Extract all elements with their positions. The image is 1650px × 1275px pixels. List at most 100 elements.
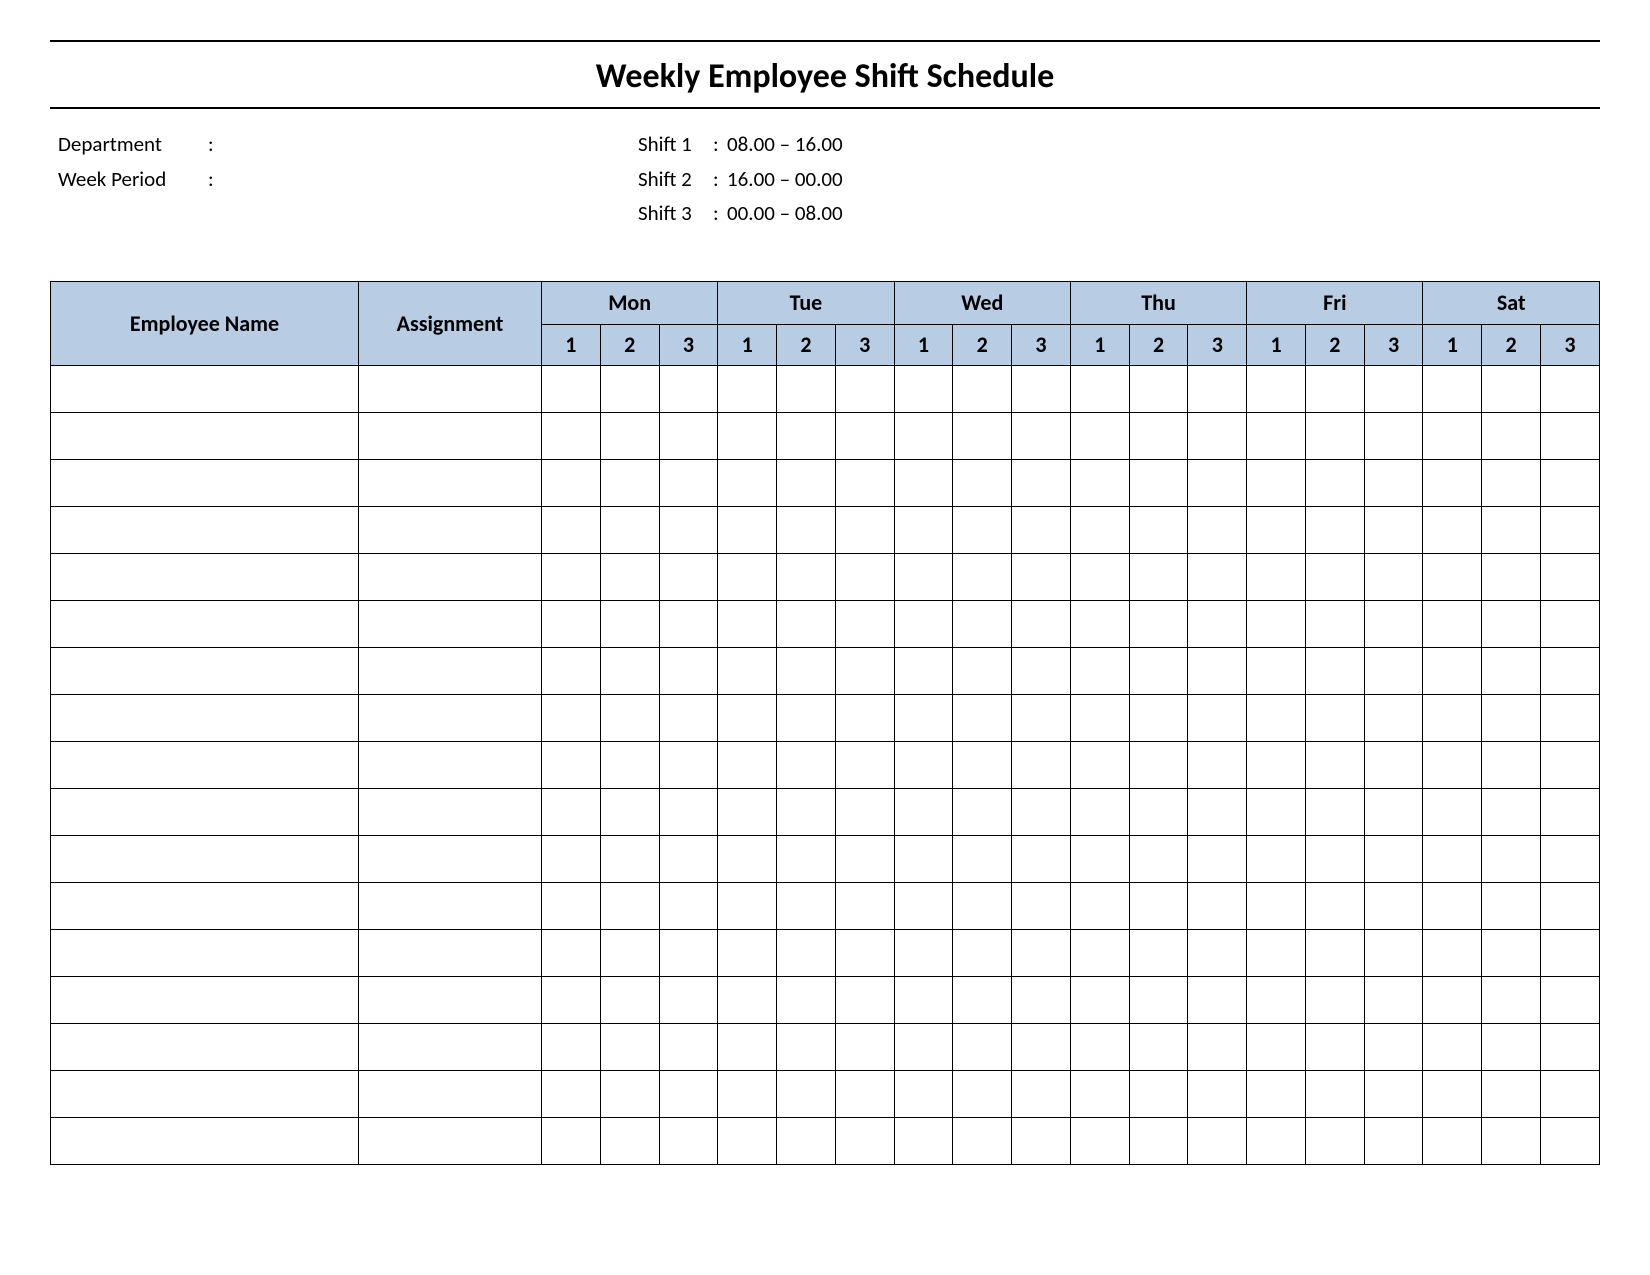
cell-shift	[1482, 600, 1541, 647]
cell-shift	[1070, 1070, 1129, 1117]
cell-shift	[1423, 788, 1482, 835]
header-day: Tue	[718, 281, 894, 324]
cell-shift	[718, 365, 777, 412]
cell-shift	[835, 835, 894, 882]
cell-shift	[659, 647, 718, 694]
table-row	[51, 412, 1600, 459]
cell-employee-name	[51, 459, 359, 506]
cell-shift	[1012, 882, 1071, 929]
table-row	[51, 694, 1600, 741]
cell-shift	[1012, 1117, 1071, 1164]
cell-shift	[1482, 506, 1541, 553]
cell-shift	[777, 1023, 836, 1070]
week-period-label: Week Period	[58, 162, 208, 197]
cell-shift	[1129, 788, 1188, 835]
cell-shift	[600, 1117, 659, 1164]
cell-shift	[600, 459, 659, 506]
cell-shift	[894, 976, 953, 1023]
cell-shift	[659, 459, 718, 506]
cell-shift	[953, 882, 1012, 929]
cell-shift	[600, 1023, 659, 1070]
cell-shift	[600, 694, 659, 741]
cell-shift	[1305, 1070, 1364, 1117]
cell-shift	[1541, 647, 1600, 694]
cell-employee-name	[51, 835, 359, 882]
cell-shift	[1541, 835, 1600, 882]
cell-shift	[718, 600, 777, 647]
cell-shift	[1305, 882, 1364, 929]
cell-assignment	[359, 694, 542, 741]
cell-shift	[835, 506, 894, 553]
cell-shift	[1541, 741, 1600, 788]
cell-shift	[1070, 976, 1129, 1023]
colon: :	[713, 162, 727, 197]
cell-shift	[1012, 459, 1071, 506]
cell-shift	[718, 976, 777, 1023]
cell-shift	[1188, 553, 1247, 600]
cell-shift	[1247, 1117, 1306, 1164]
cell-shift	[1012, 365, 1071, 412]
cell-shift	[1012, 694, 1071, 741]
cell-assignment	[359, 741, 542, 788]
cell-shift	[659, 1070, 718, 1117]
cell-shift	[542, 694, 601, 741]
cell-shift	[542, 929, 601, 976]
table-row	[51, 929, 1600, 976]
cell-shift	[1188, 1117, 1247, 1164]
cell-shift	[1129, 882, 1188, 929]
cell-shift	[1247, 1070, 1306, 1117]
cell-shift	[600, 600, 659, 647]
cell-shift	[1305, 459, 1364, 506]
shift3-value: 00.00 – 08.00	[727, 196, 843, 231]
cell-shift	[659, 788, 718, 835]
cell-shift	[894, 412, 953, 459]
cell-shift	[718, 1117, 777, 1164]
rule-bottom	[50, 107, 1600, 109]
shift1-value: 08.00 – 16.00	[727, 127, 843, 162]
cell-assignment	[359, 1117, 542, 1164]
cell-shift	[894, 694, 953, 741]
cell-shift	[1129, 412, 1188, 459]
table-row	[51, 553, 1600, 600]
cell-shift	[953, 459, 1012, 506]
cell-employee-name	[51, 694, 359, 741]
cell-shift	[894, 506, 953, 553]
cell-shift	[1247, 600, 1306, 647]
cell-shift	[600, 412, 659, 459]
cell-shift	[1364, 882, 1423, 929]
cell-shift	[659, 553, 718, 600]
cell-shift	[894, 647, 953, 694]
shift2-row: Shift 2 : 16.00 – 00.00	[638, 162, 1600, 197]
cell-shift	[1129, 929, 1188, 976]
cell-shift	[1364, 600, 1423, 647]
cell-shift	[835, 459, 894, 506]
table-row	[51, 882, 1600, 929]
cell-shift	[1188, 1070, 1247, 1117]
cell-shift	[777, 976, 836, 1023]
header-day: Fri	[1247, 281, 1423, 324]
cell-assignment	[359, 835, 542, 882]
cell-shift	[1247, 694, 1306, 741]
table-row	[51, 1070, 1600, 1117]
cell-shift	[953, 647, 1012, 694]
department-row: Department :	[58, 127, 638, 162]
cell-shift	[953, 694, 1012, 741]
cell-shift	[1129, 1023, 1188, 1070]
header-employee-name: Employee Name	[51, 281, 359, 365]
cell-shift	[1129, 600, 1188, 647]
cell-shift	[600, 365, 659, 412]
cell-shift	[1423, 882, 1482, 929]
cell-shift	[777, 694, 836, 741]
cell-shift	[1129, 553, 1188, 600]
cell-shift	[1482, 694, 1541, 741]
cell-shift	[718, 459, 777, 506]
shift3-row: Shift 3 : 00.00 – 08.00	[638, 196, 1600, 231]
table-row	[51, 600, 1600, 647]
cell-shift	[1364, 694, 1423, 741]
cell-shift	[718, 1070, 777, 1117]
cell-shift	[659, 741, 718, 788]
cell-shift	[600, 882, 659, 929]
cell-assignment	[359, 929, 542, 976]
week-period-row: Week Period :	[58, 162, 638, 197]
cell-shift	[718, 788, 777, 835]
